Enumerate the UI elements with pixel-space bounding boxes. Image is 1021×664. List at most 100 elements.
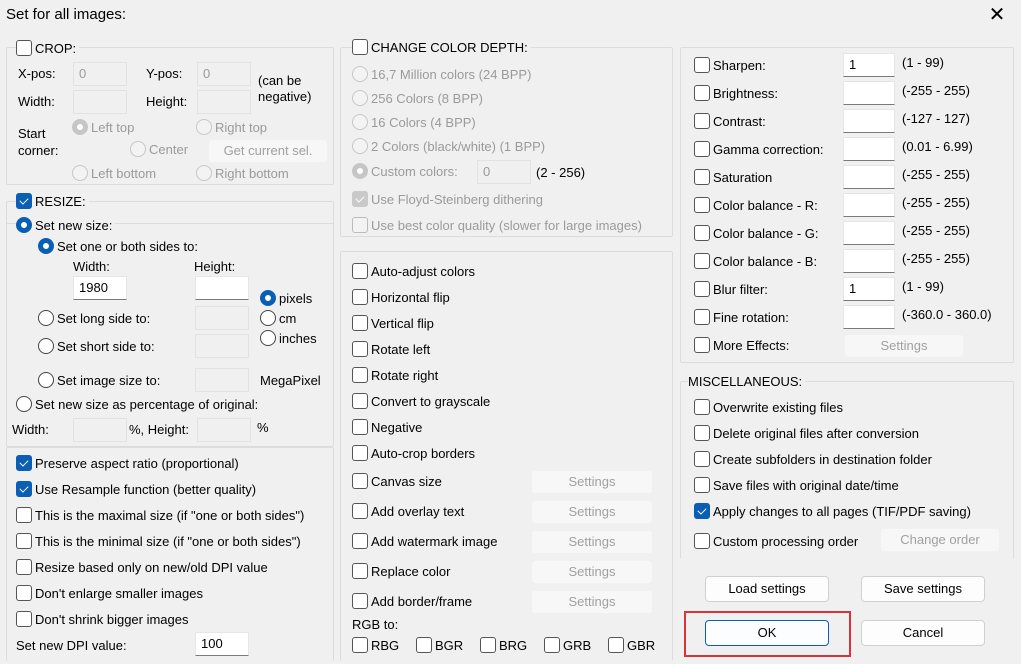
crop-height-input[interactable] <box>197 90 251 114</box>
radio-color-depth[interactable]: 256 Colors (8 BPP) <box>352 90 483 106</box>
radio-cm[interactable]: cm <box>260 310 296 326</box>
radio-right-top[interactable]: Right top <box>196 119 267 135</box>
radio-percentage[interactable]: Set new size as percentage of original: <box>16 396 262 412</box>
radio-left-top[interactable]: Left top <box>72 119 134 135</box>
effect-checkbox[interactable]: Gamma correction: <box>694 141 824 157</box>
effect-input[interactable] <box>843 305 895 329</box>
xpos-input[interactable]: 0 <box>73 62 127 86</box>
resize-option-checkbox[interactable]: Don't enlarge smaller images <box>16 585 203 601</box>
radio-color-depth[interactable]: 16 Colors (4 BPP) <box>352 114 476 130</box>
cancel-button[interactable]: Cancel <box>861 620 985 646</box>
settings-item-checkbox[interactable]: Canvas size <box>352 473 442 489</box>
effect-input[interactable] <box>843 221 895 245</box>
settings-item-checkbox[interactable]: Add overlay text <box>352 503 464 519</box>
radio-pixels[interactable]: pixels <box>260 290 312 306</box>
effect-input[interactable] <box>843 109 895 133</box>
settings-item-checkbox[interactable]: Add border/frame <box>352 593 472 609</box>
pct-height-input[interactable] <box>197 418 251 442</box>
floyd-checkbox[interactable]: Use Floyd-Steinberg dithering <box>352 191 543 207</box>
settings-button[interactable]: Settings <box>531 500 653 524</box>
resize-width-input[interactable]: 1980 <box>73 276 127 300</box>
resize-option-checkbox[interactable]: Don't shrink bigger images <box>16 611 189 627</box>
save-settings-button[interactable]: Save settings <box>861 576 985 602</box>
resize-option-checkbox[interactable]: This is the maximal size (if "one or bot… <box>16 507 304 523</box>
radio-right-bottom[interactable]: Right bottom <box>196 165 289 181</box>
effect-input[interactable]: 1 <box>843 277 895 301</box>
settings-button[interactable]: Settings <box>531 470 653 494</box>
transform-checkbox[interactable]: Negative <box>352 419 422 435</box>
effect-checkbox[interactable]: Color balance - G: <box>694 225 819 241</box>
transform-checkbox[interactable]: Vertical flip <box>352 315 434 331</box>
transform-checkbox[interactable]: Auto-crop borders <box>352 445 475 461</box>
effect-input[interactable] <box>843 193 895 217</box>
custom-colors-input[interactable]: 0 <box>477 160 531 184</box>
rgb-option-checkbox[interactable]: GBR <box>608 637 655 653</box>
more-effects-settings-button[interactable]: Settings <box>844 334 964 358</box>
transform-checkbox[interactable]: Horizontal flip <box>352 289 450 305</box>
get-current-sel-button[interactable]: Get current sel. <box>208 139 328 163</box>
misc-option-checkbox[interactable]: Overwrite existing files <box>694 399 843 415</box>
misc-option-checkbox[interactable]: Apply changes to all pages (TIF/PDF savi… <box>694 503 971 519</box>
close-icon[interactable]: ✕ <box>986 4 1008 26</box>
crop-width-input[interactable] <box>73 90 127 114</box>
crop-checkbox[interactable]: CROP: <box>16 40 80 56</box>
ypos-input[interactable]: 0 <box>197 62 251 86</box>
best-quality-checkbox[interactable]: Use best color quality (slower for large… <box>352 217 642 233</box>
misc-option-checkbox[interactable]: Save files with original date/time <box>694 477 899 493</box>
radio-long-side[interactable]: Set long side to: <box>38 310 150 326</box>
resize-option-checkbox[interactable]: This is the minimal size (if "one or bot… <box>16 533 301 549</box>
load-settings-button[interactable]: Load settings <box>705 576 829 602</box>
resize-option-checkbox[interactable]: Use Resample function (better quality) <box>16 481 256 497</box>
resize-checkbox[interactable]: RESIZE: <box>16 193 89 209</box>
pct-width-input[interactable] <box>73 418 127 442</box>
settings-button[interactable]: Settings <box>531 560 653 584</box>
effect-checkbox[interactable]: Color balance - B: <box>694 253 817 269</box>
effect-input[interactable] <box>843 137 895 161</box>
effect-input[interactable]: 1 <box>843 53 895 77</box>
effect-checkbox[interactable]: Saturation <box>694 169 772 185</box>
radio-set-new-size[interactable]: Set new size: <box>16 217 116 233</box>
effect-checkbox[interactable]: Brightness: <box>694 85 778 101</box>
rgb-option-checkbox[interactable]: BGR <box>416 637 463 653</box>
image-size-input[interactable] <box>195 368 249 392</box>
color-depth-checkbox[interactable]: CHANGE COLOR DEPTH: <box>352 39 531 55</box>
radio-inches[interactable]: inches <box>260 330 317 346</box>
radio-custom-colors[interactable]: Custom colors: <box>352 163 458 179</box>
transform-checkbox[interactable]: Convert to grayscale <box>352 393 490 409</box>
radio-color-depth[interactable]: 2 Colors (black/white) (1 BPP) <box>352 138 545 154</box>
transform-checkbox[interactable]: Rotate left <box>352 341 430 357</box>
dpi-input[interactable]: 100 <box>195 632 249 656</box>
settings-item-checkbox[interactable]: Replace color <box>352 563 451 579</box>
resize-height-input[interactable] <box>195 276 249 300</box>
effect-input[interactable] <box>843 165 895 189</box>
effect-checkbox[interactable]: Color balance - R: <box>694 197 818 213</box>
settings-button[interactable]: Settings <box>531 530 653 554</box>
effect-checkbox[interactable]: Fine rotation: <box>694 309 789 325</box>
rgb-option-checkbox[interactable]: RBG <box>352 637 399 653</box>
more-effects-checkbox[interactable]: More Effects: <box>694 337 789 353</box>
transform-checkbox[interactable]: Rotate right <box>352 367 438 383</box>
transform-checkbox[interactable]: Auto-adjust colors <box>352 263 475 279</box>
change-order-button[interactable]: Change order <box>880 528 1000 552</box>
effect-checkbox[interactable]: Blur filter: <box>694 281 768 297</box>
resize-option-checkbox[interactable]: Preserve aspect ratio (proportional) <box>16 455 239 471</box>
custom-order-checkbox[interactable]: Custom processing order <box>694 533 858 549</box>
radio-left-bottom[interactable]: Left bottom <box>72 165 156 181</box>
misc-option-checkbox[interactable]: Delete original files after conversion <box>694 425 919 441</box>
effect-input[interactable] <box>843 249 895 273</box>
radio-short-side[interactable]: Set short side to: <box>38 338 155 354</box>
rgb-option-checkbox[interactable]: BRG <box>480 637 527 653</box>
settings-button[interactable]: Settings <box>531 590 653 614</box>
short-side-input[interactable] <box>195 334 249 358</box>
effect-checkbox[interactable]: Sharpen: <box>694 57 766 73</box>
resize-option-checkbox[interactable]: Resize based only on new/old DPI value <box>16 559 268 575</box>
rgb-option-checkbox[interactable]: GRB <box>544 637 591 653</box>
settings-item-checkbox[interactable]: Add watermark image <box>352 533 497 549</box>
misc-option-checkbox[interactable]: Create subfolders in destination folder <box>694 451 932 467</box>
radio-center[interactable]: Center <box>130 141 188 157</box>
radio-one-or-both[interactable]: Set one or both sides to: <box>38 238 198 254</box>
effect-input[interactable] <box>843 81 895 105</box>
radio-image-size[interactable]: Set image size to: <box>38 372 160 388</box>
radio-color-depth[interactable]: 16,7 Million colors (24 BPP) <box>352 66 531 82</box>
effect-checkbox[interactable]: Contrast: <box>694 113 766 129</box>
